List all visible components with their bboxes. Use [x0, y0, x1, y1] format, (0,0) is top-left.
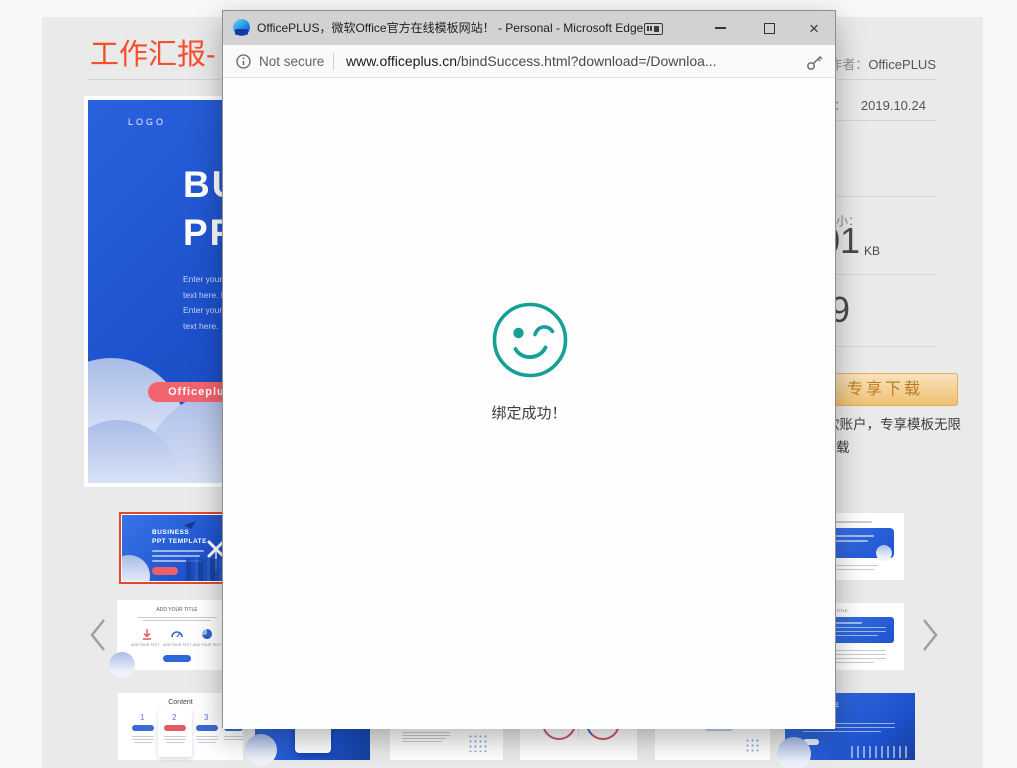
bind-account-note-line2: 载	[836, 440, 850, 455]
url-path: /bindSuccess.html?download=/Downloa...	[457, 53, 717, 69]
maximize-button[interactable]	[746, 11, 792, 45]
bind-success-message: 绑定成功！	[491, 405, 567, 422]
edge-popup-window: OfficePLUS，微软Office官方在线模板网站！ - Personal …	[222, 10, 836, 729]
cloud-shape	[245, 734, 277, 766]
pie-chart-icon	[202, 629, 212, 639]
thumbnail-add-your-title[interactable]: ADD YOUR TITLE ADD YOUR TEXT ADD YOUR TE…	[109, 600, 237, 678]
url-text[interactable]: www.officeplus.cn/bindSuccess.html?downl…	[346, 45, 717, 78]
slide-logo-text: LOGO	[128, 117, 167, 127]
screen: 工作汇报- 作者：OfficePLUS 间：2019.10.24 小： 01 K…	[0, 0, 1017, 768]
carousel-next-icon[interactable]	[920, 618, 940, 652]
cloud-shape	[109, 652, 135, 678]
address-bar[interactable]: Not secure www.officeplus.cn/bindSuccess…	[223, 45, 835, 78]
skyline-shape	[851, 746, 907, 758]
address-separator	[333, 53, 334, 70]
thumbnail-slide1-selected[interactable]: BUSINESS PPT TEMPLATE	[119, 512, 239, 584]
num-pill	[164, 725, 186, 731]
minimize-button[interactable]	[697, 11, 743, 45]
cloud-shape	[777, 737, 811, 768]
template-preview-card[interactable]: LOGO BUS PPT Enter your text here text h…	[84, 96, 237, 487]
cloud-shape	[876, 545, 892, 561]
author-value: OfficePLUS	[868, 57, 936, 72]
ime-indicator-icon	[644, 23, 663, 35]
template-preview-image: LOGO BUS PPT Enter your text here text h…	[88, 100, 233, 483]
thumb-caption: ADD YOUR TEXT	[131, 643, 160, 647]
not-secure-label: Not secure	[259, 54, 325, 69]
download-arrow-icon	[143, 629, 151, 640]
window-title: OfficePLUS，微软Office官方在线模板网站！ - Personal …	[257, 21, 644, 35]
size-unit: KB	[864, 244, 881, 258]
bind-account-note-line1: 软账户，专享模板无限	[826, 417, 961, 432]
officeplus-favicon-icon	[233, 19, 250, 36]
key-icon[interactable]	[806, 54, 823, 71]
wink-smiley-icon	[492, 302, 568, 378]
window-titlebar[interactable]: OfficePLUS，微软Office官方在线模板网站！ - Personal …	[223, 11, 835, 45]
thumb-caption: ADD YOUR TEXT	[193, 643, 222, 647]
thumb-addtitle-heading: ADD YOUR TITLE	[156, 607, 198, 613]
carousel-prev-icon[interactable]	[88, 618, 108, 652]
num-pill	[196, 725, 218, 731]
thumb1-title: BUSINESS PPT TEMPLATE	[152, 529, 207, 545]
dot-grid	[745, 738, 761, 752]
close-button[interactable]: ×	[791, 11, 837, 45]
url-domain: www.officeplus.cn	[346, 53, 458, 69]
date-value: 2019.10.24	[860, 98, 926, 113]
cloud-shape	[122, 555, 150, 581]
officeplus-badge: Officeplus	[148, 382, 233, 402]
page-title: 工作汇报-	[90, 39, 216, 71]
thumb1-red-pill	[152, 567, 178, 575]
num-pill	[132, 725, 154, 731]
thumb-blue-card	[826, 617, 894, 643]
dot-grid	[468, 734, 488, 752]
thumb-caption: ADD YOUR TEXT	[163, 643, 192, 647]
popup-content: 绑定成功！	[223, 78, 835, 729]
thumb-blue-button	[163, 655, 191, 662]
content-num: 1	[140, 713, 145, 722]
info-icon[interactable]	[236, 54, 251, 69]
gauge-icon	[171, 631, 183, 638]
content-num: 3	[204, 713, 209, 722]
content-num: 2	[172, 713, 177, 722]
paper-plane-icon	[184, 521, 196, 529]
